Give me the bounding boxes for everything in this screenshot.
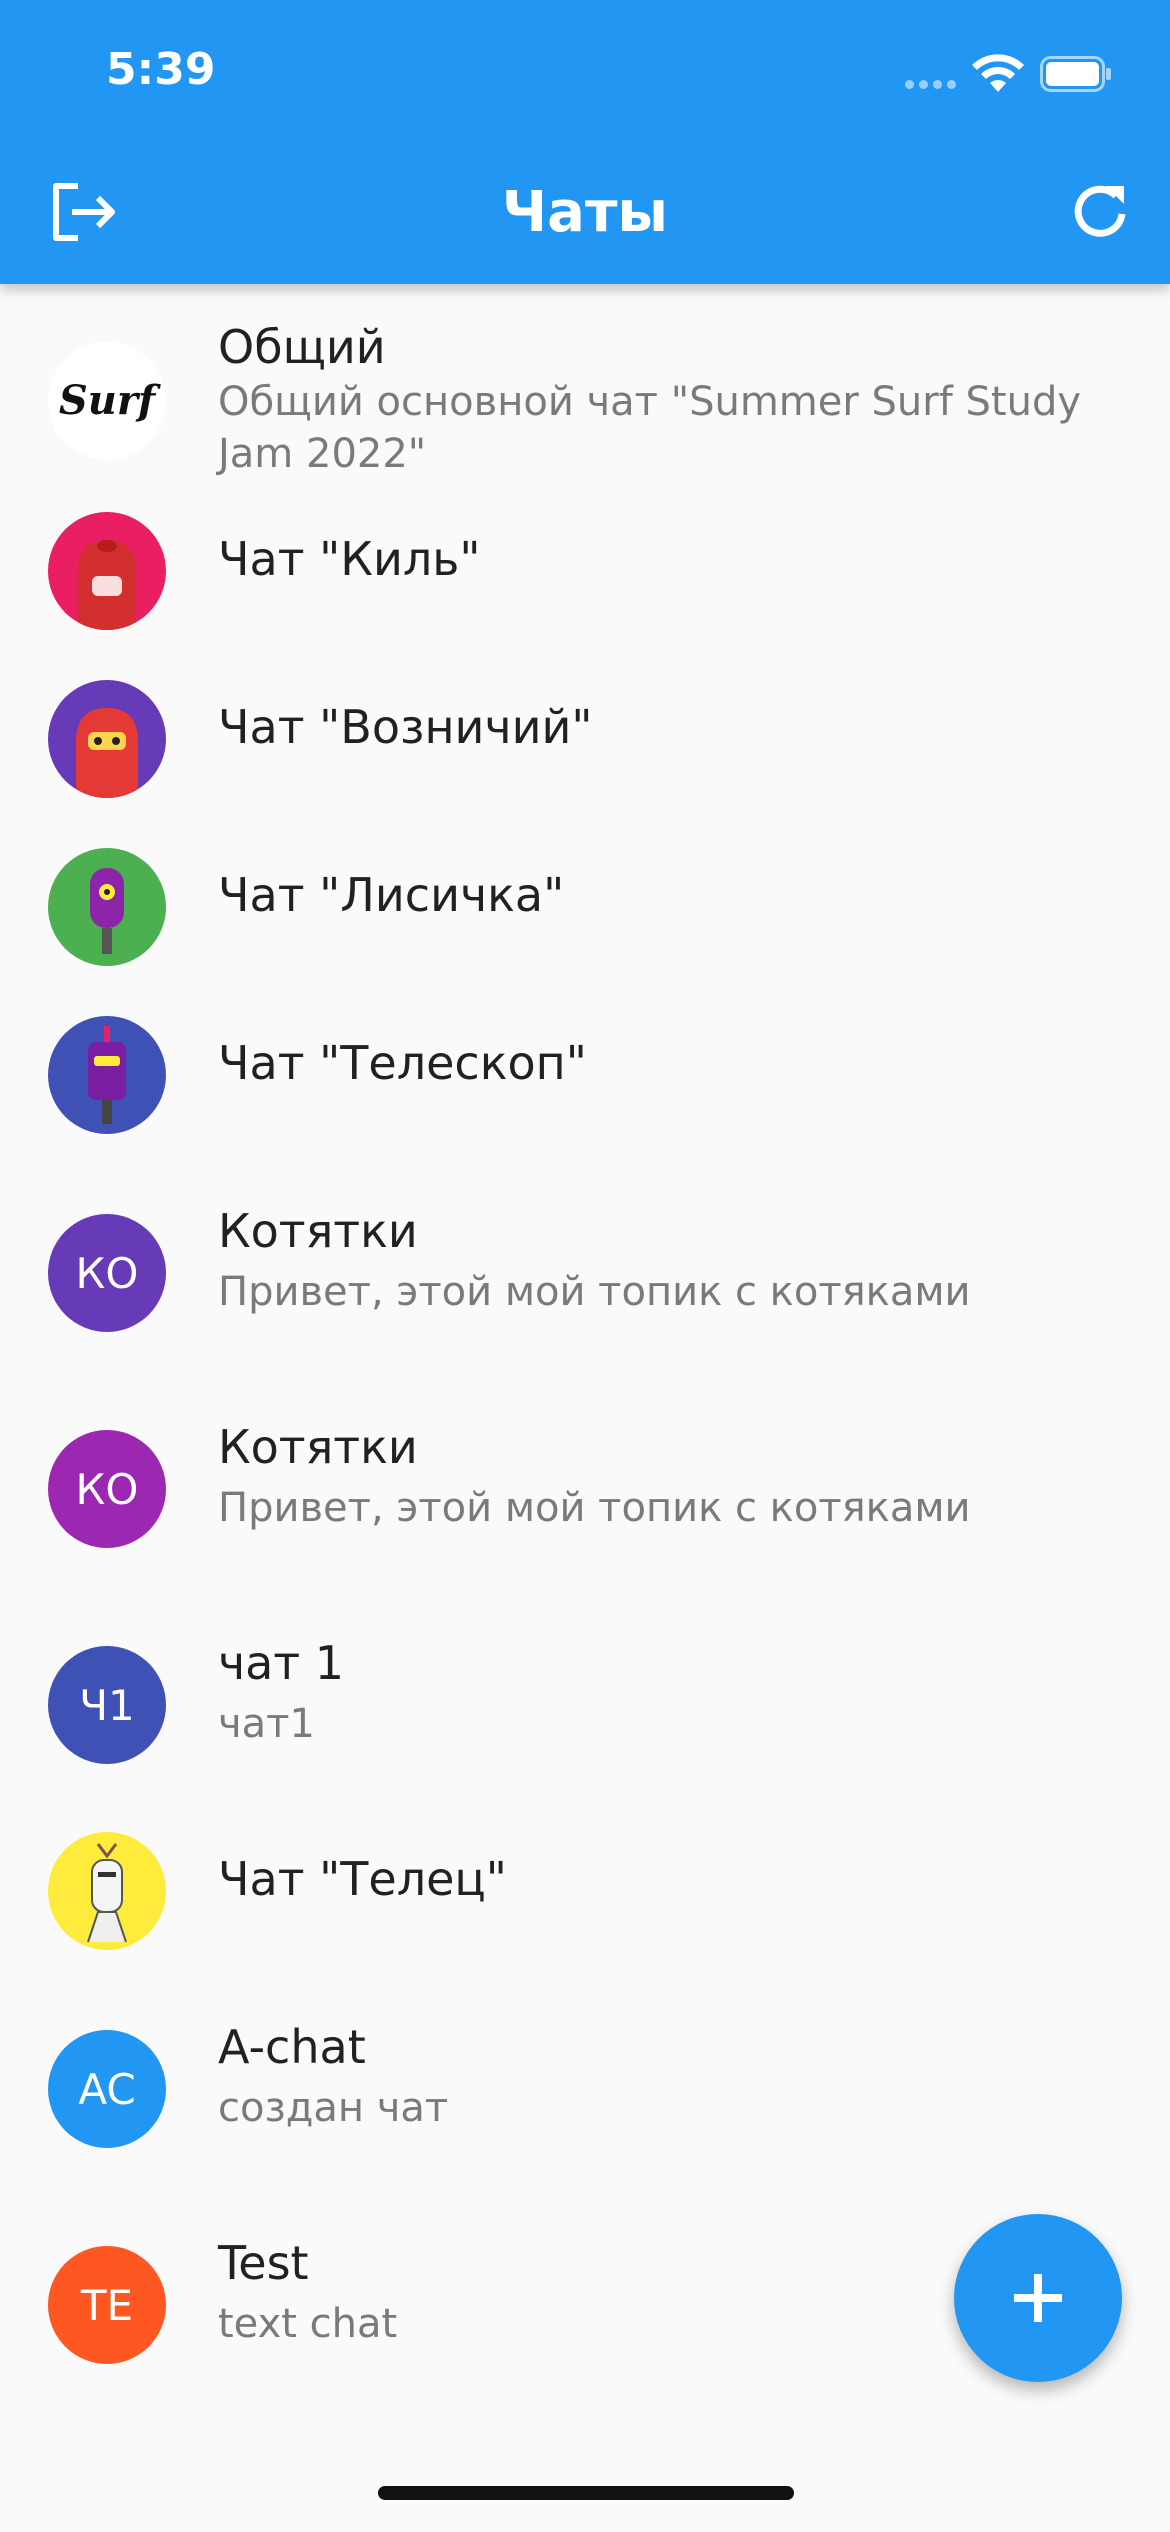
battery-icon <box>1040 56 1111 92</box>
robot-image-green <box>48 848 166 966</box>
robot-icon <box>87 1843 127 1943</box>
chat-subtitle: чат1 <box>218 1701 315 1747</box>
chat-item[interactable]: Чат "Возничий" <box>0 648 1170 816</box>
chat-item[interactable]: Чат "Телец" <box>0 1800 1170 1968</box>
app-bar: 5:39 Чаты <box>0 0 1170 284</box>
chat-title: Чат "Киль" <box>218 532 481 586</box>
initials-avatar: TE <box>48 2246 166 2364</box>
robot-icon <box>90 868 124 954</box>
wifi-icon <box>972 54 1024 92</box>
initials-avatar: КО <box>48 1214 166 1332</box>
chat-item[interactable]: Surf Общий Общий основной чат "Summer Su… <box>0 284 1170 480</box>
chat-item[interactable]: КО Котятки Привет, этой мой топик с котя… <box>0 1152 1170 1368</box>
chat-title: A-chat <box>218 2020 366 2074</box>
robot-icon <box>78 540 136 630</box>
surf-logo-image: Surf <box>48 342 166 460</box>
initials-avatar: Ч1 <box>48 1646 166 1764</box>
signal-icon <box>905 80 957 90</box>
chat-item[interactable]: КО Котятки Привет, этой мой топик с котя… <box>0 1368 1170 1584</box>
surf-logo-icon: Surf <box>59 377 161 424</box>
chat-item[interactable]: Чат "Телескоп" <box>0 984 1170 1152</box>
chat-title: Котятки <box>218 1420 418 1474</box>
chat-title: Чат "Телескоп" <box>218 1036 587 1090</box>
robot-image-purple <box>48 680 166 798</box>
chat-item[interactable]: AC A-chat создан чат <box>0 1968 1170 2184</box>
chat-item[interactable]: Чат "Лисичка" <box>0 816 1170 984</box>
robot-icon <box>76 708 138 798</box>
chat-title: Общий <box>218 320 386 374</box>
chat-item[interactable]: Чат "Киль" <box>0 480 1170 648</box>
chat-title: чат 1 <box>218 1636 345 1690</box>
initials-avatar: AC <box>48 2030 166 2148</box>
robot-icon <box>88 1026 126 1124</box>
status-time: 5:39 <box>106 44 216 95</box>
refresh-button[interactable] <box>1068 180 1132 244</box>
svg-text:Surf: Surf <box>59 377 161 424</box>
chat-title: Котятки <box>218 1204 418 1258</box>
plus-icon <box>1014 2274 1062 2322</box>
robot-image-red <box>48 512 166 630</box>
page-title: Чаты <box>501 180 669 245</box>
initials-avatar: КО <box>48 1430 166 1548</box>
chat-title: Чат "Лисичка" <box>218 868 565 922</box>
chat-subtitle: Привет, этой мой топик с котяками <box>218 1269 971 1315</box>
home-indicator <box>378 2486 794 2500</box>
add-chat-button[interactable] <box>954 2214 1122 2382</box>
chat-title: Чат "Возничий" <box>218 700 593 754</box>
chat-subtitle: Общий основной чат "Summer Surf Study Ja… <box>218 379 1082 477</box>
chat-subtitle: Привет, этой мой топик с котяками <box>218 1485 971 1531</box>
robot-image-yellow <box>48 1832 166 1950</box>
chat-item[interactable]: Ч1 чат 1 чат1 <box>0 1584 1170 1800</box>
chat-subtitle: создан чат <box>218 2085 449 2131</box>
robot-image-indigo <box>48 1016 166 1134</box>
refresh-icon <box>1074 185 1126 237</box>
chat-title: Test <box>218 2236 309 2290</box>
chat-title: Чат "Телец" <box>218 1852 507 1906</box>
